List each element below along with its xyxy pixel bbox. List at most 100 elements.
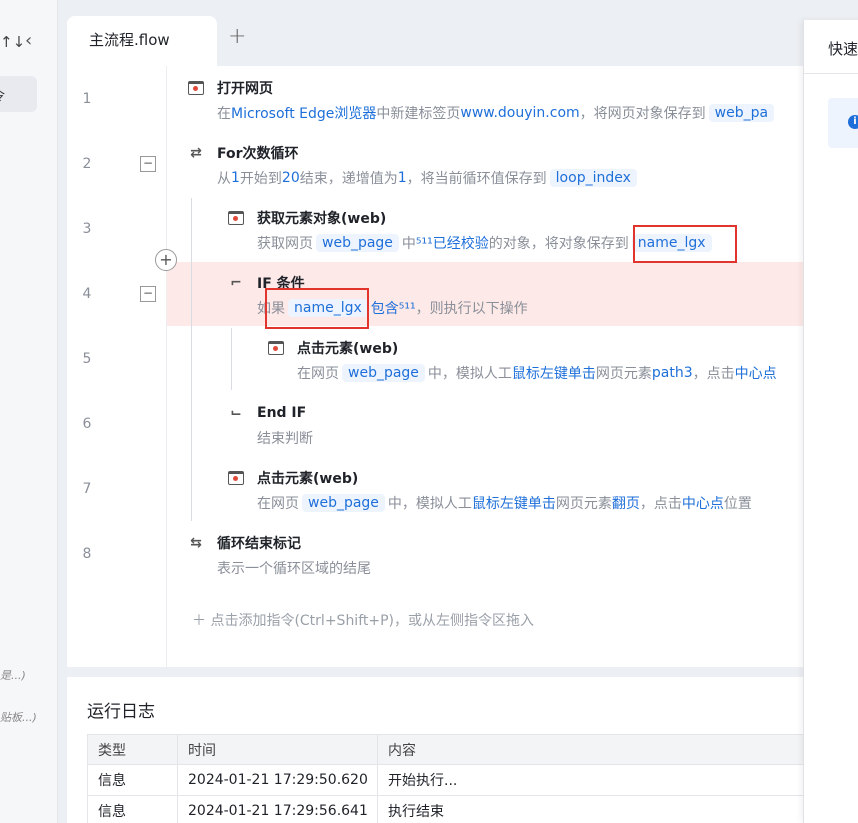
step-desc-text: 在 <box>217 106 231 122</box>
variable-pill[interactable]: web_page <box>342 364 425 382</box>
step-desc-text: 结束，递增值为 <box>299 171 398 187</box>
tab-bar: 主流程.flow + <box>67 16 807 66</box>
if-scope-line <box>231 328 232 390</box>
line-number: 2 <box>82 156 92 172</box>
sidebar-hint: 是...) <box>0 669 26 682</box>
add-tab-button[interactable]: + <box>228 24 246 49</box>
step-title: 循环结束标记 <box>217 536 301 552</box>
sidebar-item-label: 令 <box>0 89 5 104</box>
flow-editor: 1 2 3 4 5 6 7 8 − − + 打开网页 在 Microsoft Ed… <box>67 66 807 667</box>
line-number: 3 <box>82 221 92 237</box>
collapse-chevron-icon[interactable]: ‹ <box>25 30 32 51</box>
table-row[interactable]: 信息 2024-01-21 17:29:56.641 执行结束 <box>87 795 807 823</box>
table-row[interactable]: 信息 2024-01-21 17:29:50.620 开始执行... <box>87 764 807 796</box>
log-table: 类型 时间 内容 信息 2024-01-21 17:29:50.620 开始执行… <box>87 734 807 823</box>
collapse-if-toggle[interactable]: − <box>140 286 156 302</box>
column-header[interactable]: 内容 <box>377 734 807 765</box>
log-type: 信息 <box>87 795 178 823</box>
column-header[interactable]: 类型 <box>87 734 178 765</box>
step-for-loop[interactable]: ⇄ For次数循环 从 1 开始到 20 结束，递增值为 1 ，将当前循环值保存到 loop_i… <box>185 143 640 189</box>
sidebar-item-commands[interactable]: 令 <box>0 76 37 112</box>
element-name: path3 <box>651 365 693 381</box>
collapse-loop-toggle[interactable]: − <box>140 156 156 172</box>
step-click-element[interactable]: 点击元素(web) 在网页 web_page 中，模拟人工 鼠标左键单击 网页元素 pat… <box>265 338 777 384</box>
line-number: 8 <box>82 546 92 562</box>
step-desc-text: 网页元素 <box>595 366 652 382</box>
loop-end-icon: ⇆ <box>190 535 202 551</box>
sort-icon[interactable]: ↑↓ <box>0 33 25 51</box>
gutter-divider <box>166 66 167 667</box>
insert-step-button[interactable]: + <box>155 249 177 271</box>
annotation-highlight-box <box>633 225 737 263</box>
table-header-row: 类型 时间 内容 <box>87 734 807 765</box>
loop-end-value: 20 <box>281 170 300 186</box>
step-end-if[interactable]: ⌙ End IF 结束判断 <box>225 403 313 449</box>
line-number: 1 <box>82 91 92 107</box>
step-desc-text: ，将网页对象保存到 <box>579 106 706 122</box>
variable-pill[interactable]: web_pa <box>708 104 775 122</box>
log-title: 运行日志 <box>87 702 155 722</box>
step-desc-text: ，则执行以下操作 <box>415 301 528 317</box>
line-number: 5 <box>82 351 92 367</box>
click-element-icon <box>265 338 287 358</box>
variable-pill[interactable]: loop_index <box>549 169 637 187</box>
left-sidebar: ↑↓ ‹ 令 是...) 贴板...) <box>0 0 58 823</box>
step-desc-text: ，点击 <box>692 366 735 382</box>
log-time: 2024-01-21 17:29:56.641 <box>177 795 378 823</box>
loop-scope-line <box>191 198 192 521</box>
step-desc-text: 中，模拟人工 <box>427 366 512 382</box>
step-desc-text: 表示一个循环区域的结尾 <box>217 561 371 577</box>
add-step-hint[interactable]: ＋ 点击添加指令(Ctrl+Shift+P)，或从左侧指令区拖入 <box>192 610 534 630</box>
click-element-icon <box>225 468 247 488</box>
step-desc-text: 从 <box>217 171 231 187</box>
url-value: www.douyin.com <box>460 105 580 121</box>
step-desc-text: 在网页 <box>257 496 299 512</box>
step-title: 点击元素(web) <box>257 471 359 487</box>
column-header[interactable]: 时间 <box>177 734 378 765</box>
variable-pill[interactable]: web_page <box>316 234 399 252</box>
step-click-element[interactable]: 点击元素(web) 在网页 web_page 中，模拟人工 鼠标左键单击 网页元素 翻页，… <box>225 468 752 514</box>
step-desc-text: 网页元素 <box>555 496 612 512</box>
step-desc-text: 在网页 <box>297 366 339 382</box>
loop-step-value: 1 <box>397 170 407 186</box>
step-desc-text: 中新建标签页 <box>376 106 461 122</box>
step-desc-text: 中 <box>401 236 416 252</box>
step-desc-text: 结束判断 <box>257 431 313 447</box>
step-desc-text: ，点击 <box>639 496 682 512</box>
log-time: 2024-01-21 17:29:50.620 <box>177 764 378 796</box>
annotation-highlight-box <box>265 288 369 329</box>
element-name: ⁵¹¹已经校验 <box>415 236 489 252</box>
log-type: 信息 <box>87 764 178 796</box>
step-desc-text: 获取网页 <box>257 236 313 252</box>
sidebar-hint: 贴板...) <box>0 711 37 724</box>
log-content: 开始执行... <box>377 764 807 796</box>
line-number: 4 <box>82 286 92 302</box>
step-desc-text: 开始到 <box>239 171 282 187</box>
web-element-icon <box>225 208 247 228</box>
log-content: 执行结束 <box>377 795 807 823</box>
click-type: 鼠标左键单击 <box>471 496 556 512</box>
step-title: 获取元素对象(web) <box>257 211 387 227</box>
click-type: 鼠标左键单击 <box>511 366 596 382</box>
tab-label: 主流程.flow <box>89 31 170 49</box>
panel-title: 快速 <box>828 40 858 58</box>
run-log-panel: 运行日志 类型 时间 内容 信息 2024-01-21 17:29:50.620… <box>67 677 807 823</box>
info-icon: i <box>848 115 858 129</box>
click-position: 中心点 <box>734 366 777 382</box>
step-title: End IF <box>257 405 307 421</box>
loop-start-value: 1 <box>231 170 240 186</box>
step-desc-text: ，将当前循环值保存到 <box>406 171 547 187</box>
line-number: 7 <box>82 481 92 497</box>
variable-pill[interactable]: web_page <box>302 494 385 512</box>
click-position: 中心点 <box>681 496 724 512</box>
element-name: 翻页 <box>611 496 640 512</box>
line-number: 6 <box>82 416 92 432</box>
step-desc-text: 位置 <box>723 496 752 512</box>
step-title: 点击元素(web) <box>297 341 399 357</box>
info-card: i <box>828 98 858 148</box>
step-loop-end[interactable]: ⇆ 循环结束标记 表示一个循环区域的结尾 <box>185 533 371 579</box>
browser-open-icon <box>185 78 207 98</box>
tab-main-flow[interactable]: 主流程.flow <box>67 16 217 66</box>
step-open-webpage[interactable]: 打开网页 在 Microsoft Edge浏览器 中新建标签页 www.douyin.… <box>185 78 777 124</box>
step-desc-text: 中，模拟人工 <box>387 496 472 512</box>
